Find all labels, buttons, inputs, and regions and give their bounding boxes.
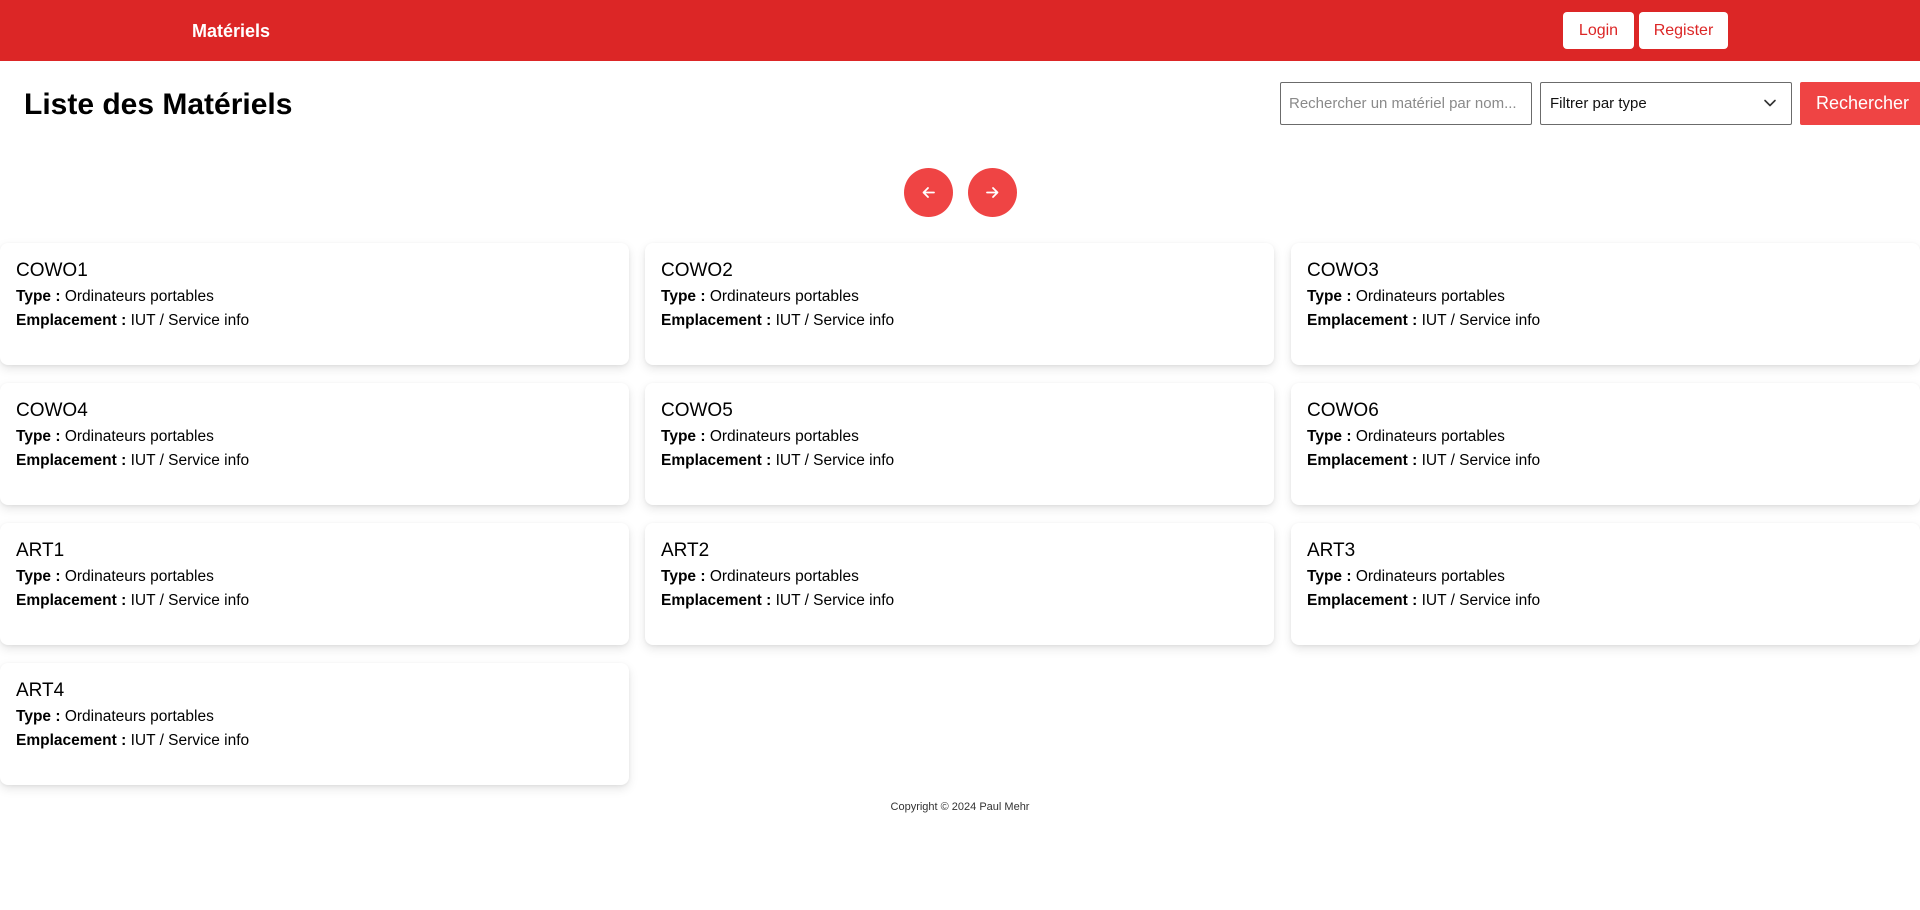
material-name: COWO3 <box>1307 260 1379 281</box>
type-filter-value: Filtrer par type <box>1550 95 1647 112</box>
previous-page-button[interactable] <box>904 168 953 217</box>
arrow-right-icon <box>986 187 999 198</box>
material-card[interactable]: COWO5 Type : Ordinateurs portables Empla… <box>645 383 1274 505</box>
material-name: COWO1 <box>16 260 88 281</box>
search-button[interactable]: Rechercher <box>1800 82 1920 125</box>
material-name: COWO5 <box>661 400 733 421</box>
login-button[interactable]: Login <box>1563 12 1634 49</box>
material-type: Type : Ordinateurs portables <box>16 428 214 445</box>
next-page-button[interactable] <box>968 168 1017 217</box>
material-location: Emplacement : IUT / Service info <box>16 592 250 609</box>
material-type: Type : Ordinateurs portables <box>661 428 859 445</box>
material-location: Emplacement : IUT / Service info <box>661 312 895 329</box>
material-type: Type : Ordinateurs portables <box>16 288 214 305</box>
material-name: COWO6 <box>1307 400 1379 421</box>
material-type: Type : Ordinateurs portables <box>661 568 859 585</box>
material-location: Emplacement : IUT / Service info <box>661 452 895 469</box>
material-card[interactable]: ART3 Type : Ordinateurs portables Emplac… <box>1291 523 1920 645</box>
material-card[interactable]: COWO2 Type : Ordinateurs portables Empla… <box>645 243 1274 365</box>
material-card[interactable]: COWO4 Type : Ordinateurs portables Empla… <box>0 383 629 505</box>
top-navbar: Matériels Login Register <box>0 0 1920 61</box>
material-card[interactable]: ART4 Type : Ordinateurs portables Emplac… <box>0 663 629 785</box>
material-name: COWO4 <box>16 400 88 421</box>
material-type: Type : Ordinateurs portables <box>16 568 214 585</box>
type-filter-select[interactable]: Filtrer par type <box>1540 82 1792 125</box>
material-name: ART2 <box>661 540 710 561</box>
material-type: Type : Ordinateurs portables <box>16 708 214 725</box>
brand-title[interactable]: Matériels <box>192 19 270 43</box>
material-location: Emplacement : IUT / Service info <box>16 732 250 749</box>
material-location: Emplacement : IUT / Service info <box>16 452 250 469</box>
material-card[interactable]: COWO3 Type : Ordinateurs portables Empla… <box>1291 243 1920 365</box>
footer-copyright: Copyright © 2024 Paul Mehr <box>890 801 1030 813</box>
material-type: Type : Ordinateurs portables <box>1307 568 1505 585</box>
material-type: Type : Ordinateurs portables <box>1307 288 1505 305</box>
material-name: COWO2 <box>661 260 733 281</box>
material-card[interactable]: COWO1 Type : Ordinateurs portables Empla… <box>0 243 629 365</box>
material-location: Emplacement : IUT / Service info <box>661 592 895 609</box>
page-title: Liste des Matériels <box>24 88 293 121</box>
chevron-down-icon <box>1764 99 1776 107</box>
material-location: Emplacement : IUT / Service info <box>1307 452 1541 469</box>
material-type: Type : Ordinateurs portables <box>661 288 859 305</box>
material-type: Type : Ordinateurs portables <box>1307 428 1505 445</box>
material-card[interactable]: ART2 Type : Ordinateurs portables Emplac… <box>645 523 1274 645</box>
material-location: Emplacement : IUT / Service info <box>1307 592 1541 609</box>
material-card[interactable]: ART1 Type : Ordinateurs portables Emplac… <box>0 523 629 645</box>
material-location: Emplacement : IUT / Service info <box>16 312 250 329</box>
search-input[interactable] <box>1280 82 1532 125</box>
material-name: ART4 <box>16 680 65 701</box>
register-button[interactable]: Register <box>1639 12 1728 49</box>
material-card[interactable]: COWO6 Type : Ordinateurs portables Empla… <box>1291 383 1920 505</box>
material-name: ART3 <box>1307 540 1356 561</box>
material-name: ART1 <box>16 540 65 561</box>
arrow-left-icon <box>922 187 935 198</box>
material-location: Emplacement : IUT / Service info <box>1307 312 1541 329</box>
